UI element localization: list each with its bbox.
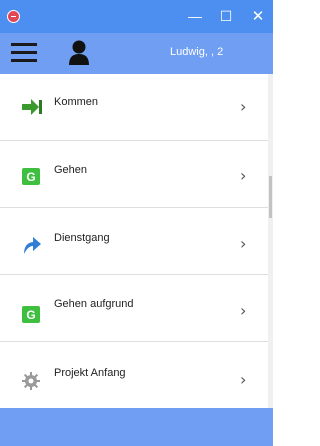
chevron-right-icon: ›	[240, 234, 247, 253]
app-header: Ludwig, , 2	[0, 33, 273, 74]
list-item-label: Gehen	[54, 164, 88, 176]
list-item-label: Kommen	[54, 96, 99, 108]
arrow-in-icon	[22, 99, 42, 115]
hamburger-menu-icon[interactable]	[11, 41, 37, 63]
list-item-gehen[interactable]: G Gehen ›	[0, 141, 268, 208]
list-item-label: Dienstgang	[54, 232, 110, 244]
chevron-right-icon: ›	[240, 370, 247, 389]
user-silhouette-icon[interactable]	[66, 39, 92, 66]
app-footer	[0, 408, 273, 446]
chevron-right-icon: ›	[240, 166, 247, 185]
chevron-right-icon: ›	[240, 97, 247, 116]
action-list: Kommen › G Gehen › Dienstgang › G Gehen …	[0, 74, 268, 408]
user-name: Ludwig, , 2	[170, 46, 224, 58]
list-item-kommen[interactable]: Kommen ›	[0, 74, 268, 141]
gear-icon	[22, 372, 40, 390]
g-badge-icon: G	[22, 168, 40, 185]
app-icon	[7, 10, 20, 23]
curved-arrow-icon	[24, 237, 41, 254]
minimize-button[interactable]: —	[180, 0, 210, 33]
window-titlebar: — ☐ ✕	[0, 0, 273, 33]
close-button[interactable]: ✕	[243, 0, 273, 33]
list-item-label: Projekt Anfang	[54, 367, 126, 379]
list-item-dienstgang[interactable]: Dienstgang ›	[0, 208, 268, 275]
svg-text:G: G	[26, 308, 35, 322]
scrollbar-thumb[interactable]	[269, 176, 272, 218]
list-item-projekt-anfang[interactable]: Projekt Anfang ›	[0, 342, 268, 408]
g-badge-icon: G	[22, 306, 40, 323]
svg-text:G: G	[26, 170, 35, 184]
chevron-right-icon: ›	[240, 301, 247, 320]
maximize-button[interactable]: ☐	[211, 0, 241, 33]
list-item-gehen-aufgrund[interactable]: G Gehen aufgrund ›	[0, 275, 268, 342]
vertical-scrollbar[interactable]	[268, 74, 273, 408]
list-item-label: Gehen aufgrund	[54, 298, 134, 310]
